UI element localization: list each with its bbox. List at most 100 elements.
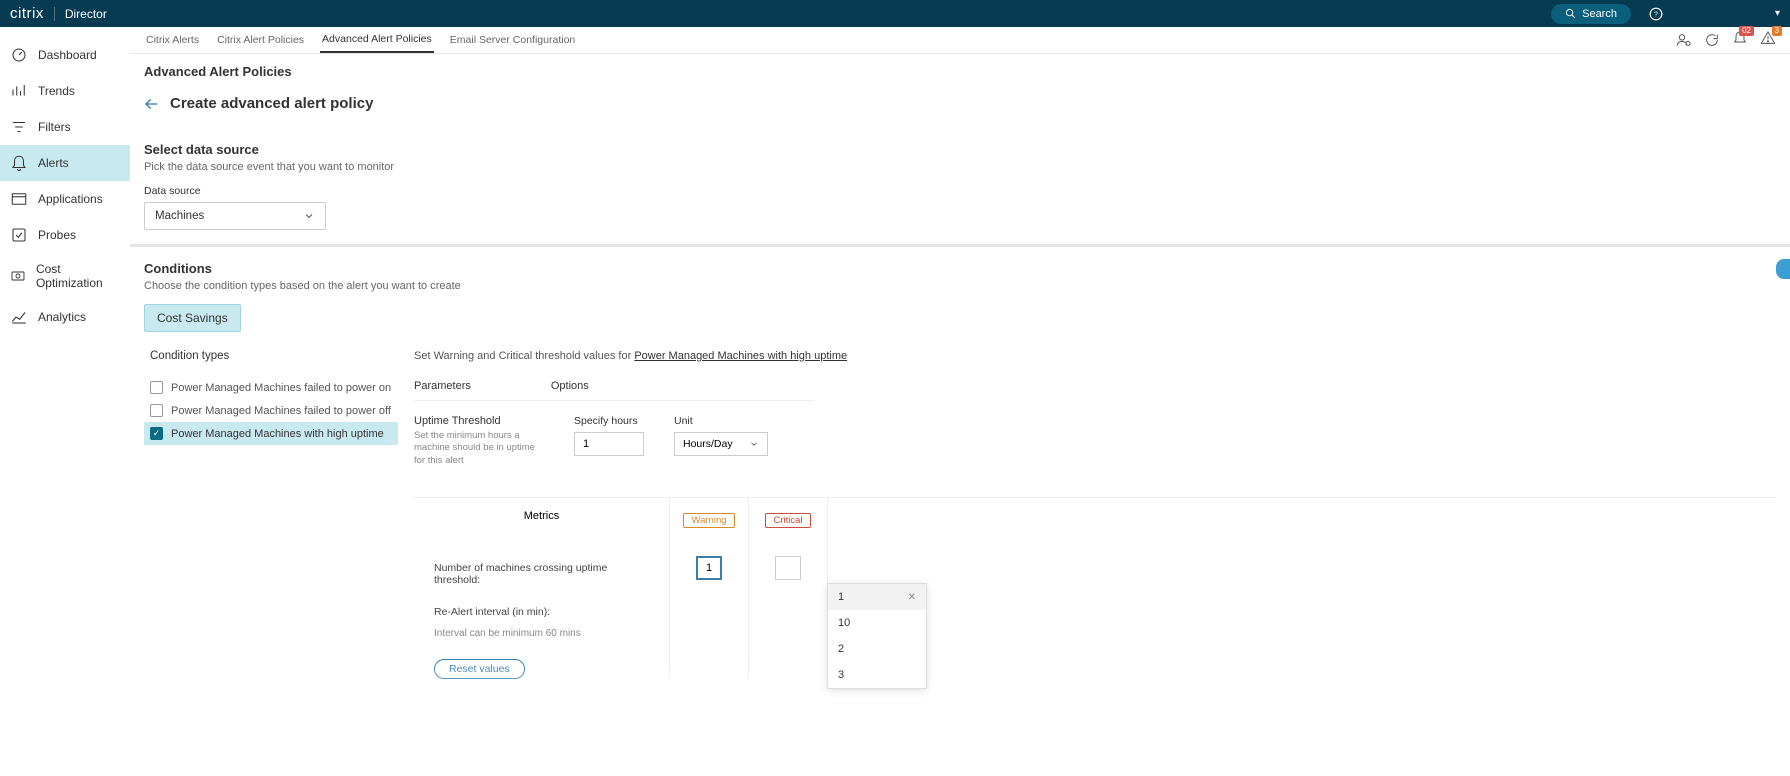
refresh-icon[interactable] [1704,32,1720,48]
condition-item-power-off[interactable]: Power Managed Machines failed to power o… [144,399,398,422]
dropdown-option-label: 3 [838,669,844,681]
data-source-sub: Pick the data source event that you want… [144,161,1776,173]
back-icon[interactable] [144,96,160,112]
sidebar-item-label: Filters [38,120,71,134]
threshold-intro-prefix: Set Warning and Critical threshold value… [414,350,634,362]
dropdown-option[interactable]: 10 [828,610,926,636]
critical-tag: Critical [765,513,810,528]
dropdown-option-label: 2 [838,643,844,655]
sidebar-item-probes[interactable]: Probes [0,217,130,253]
top-header: citrix Director Search ? ▾ [0,0,1790,27]
section-data-source: Select data source Pick the data source … [130,122,1790,244]
data-source-dropdown[interactable]: Machines [144,202,326,230]
parameters-header: Parameters Options [414,380,814,401]
svg-text:?: ? [1654,11,1658,18]
cost-icon [10,267,26,285]
tab-advanced-alert-policies[interactable]: Advanced Alert Policies [320,27,434,53]
tabs-row: Citrix Alerts Citrix Alert Policies Adva… [130,27,1790,54]
filters-icon [10,118,28,136]
uptime-threshold-row: Uptime Threshold Set the minimum hours a… [414,415,1776,467]
chevron-down-icon[interactable]: ▾ [1775,8,1780,19]
sidebar: Dashboard Trends Filters Alerts Applicat… [0,27,130,776]
metric-row-realert: Re-Alert interval (in min): [414,596,669,628]
dashboard-icon [10,46,28,64]
col-options: Options [551,380,589,392]
alerts-icon [10,154,28,172]
user-settings-icon[interactable] [1676,32,1692,48]
sidebar-item-label: Alerts [38,156,69,170]
warning-threshold-input[interactable]: 1 [696,556,722,580]
sidebar-item-label: Trends [38,84,75,98]
section-conditions: Conditions Choose the condition types ba… [130,246,1790,693]
sidebar-item-cost[interactable]: Cost Optimization [0,253,130,299]
sidebar-item-label: Dashboard [38,48,97,62]
brand-logo: citrix [10,5,44,22]
dropdown-option[interactable]: 2 [828,636,926,662]
warning-tag: Warning [683,513,734,528]
side-feedback-tab[interactable] [1776,259,1790,279]
uptime-label: Uptime Threshold [414,415,544,427]
help-icon[interactable]: ? [1645,3,1667,25]
notification-bell[interactable]: 02 [1732,30,1748,51]
critical-threshold-input[interactable] [775,556,801,580]
reset-values-button[interactable]: Reset values [434,659,525,679]
sidebar-item-dashboard[interactable]: Dashboard [0,37,130,73]
trends-icon [10,82,28,100]
checkbox[interactable] [150,381,163,394]
sidebar-item-label: Analytics [38,310,86,324]
chevron-down-icon [749,439,759,449]
search-button[interactable]: Search [1551,4,1631,24]
condition-item-high-uptime[interactable]: Power Managed Machines with high uptime [144,422,398,445]
unit-label: Unit [674,415,768,427]
condition-types-heading: Condition types [144,350,398,362]
unit-value: Hours/Day [683,438,733,450]
probes-icon [10,226,28,244]
checkbox-checked[interactable] [150,427,163,440]
cost-savings-pill[interactable]: Cost Savings [144,304,241,332]
sidebar-item-filters[interactable]: Filters [0,109,130,145]
analytics-icon [10,308,28,326]
warning-indicator[interactable]: 3 [1760,30,1776,51]
conditions-heading: Conditions [144,261,1776,276]
tab-email-server-config[interactable]: Email Server Configuration [448,28,577,52]
data-source-label: Data source [144,185,1776,197]
unit-dropdown[interactable]: Hours/Day [674,432,768,456]
search-label: Search [1582,8,1617,20]
threshold-panel: Set Warning and Critical threshold value… [404,350,1776,679]
applications-icon [10,190,28,208]
threshold-intro-link[interactable]: Power Managed Machines with high uptime [634,350,847,362]
close-icon[interactable]: ✕ [908,592,916,603]
sidebar-item-applications[interactable]: Applications [0,181,130,217]
specify-hours-label: Specify hours [574,415,644,427]
sidebar-item-analytics[interactable]: Analytics [0,299,130,335]
condition-types-list: Condition types Power Managed Machines f… [144,350,404,679]
metrics-table: Metrics Number of machines crossing upti… [414,497,1776,679]
condition-label: Power Managed Machines failed to power o… [171,382,391,394]
warning-count: 3 [1772,26,1782,36]
specify-hours-input[interactable] [574,432,644,456]
back-row: Create advanced alert policy [130,89,1790,122]
dropdown-option[interactable]: 1 ✕ [828,584,926,610]
col-parameters: Parameters [414,380,471,392]
create-title: Create advanced alert policy [170,95,373,112]
sidebar-item-label: Probes [38,228,76,242]
dropdown-option[interactable]: 3 [828,662,926,688]
data-source-heading: Select data source [144,142,1776,157]
product-name: Director [54,7,107,21]
warning-value-dropdown[interactable]: 1 ✕ 10 2 3 [827,583,927,689]
tab-citrix-alerts[interactable]: Citrix Alerts [144,28,201,52]
sidebar-item-trends[interactable]: Trends [0,73,130,109]
threshold-intro: Set Warning and Critical threshold value… [414,350,1776,362]
condition-item-power-on[interactable]: Power Managed Machines failed to power o… [144,376,398,399]
main-content: Citrix Alerts Citrix Alert Policies Adva… [130,27,1790,776]
chevron-down-icon [303,210,315,222]
uptime-desc: Set the minimum hours a machine should b… [414,430,544,467]
search-icon [1565,8,1576,19]
dropdown-option-label: 10 [838,617,850,629]
page-title: Advanced Alert Policies [130,54,1790,89]
sidebar-item-alerts[interactable]: Alerts [0,145,130,181]
tab-citrix-alert-policies[interactable]: Citrix Alert Policies [215,28,306,52]
user-menu[interactable] [1681,4,1761,24]
conditions-sub: Choose the condition types based on the … [144,280,1776,292]
checkbox[interactable] [150,404,163,417]
